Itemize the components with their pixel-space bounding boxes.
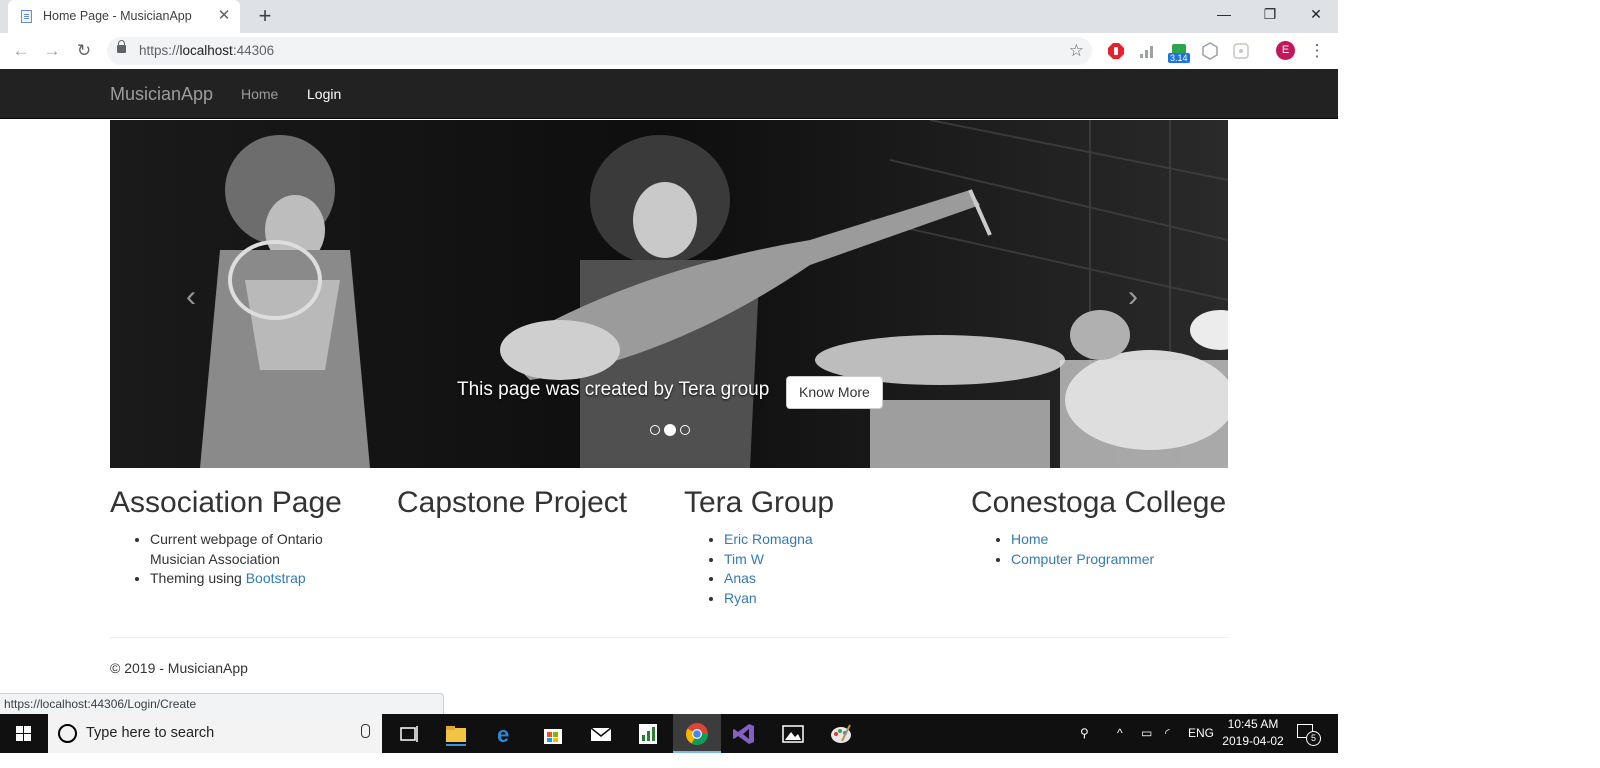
- back-arrow-icon[interactable]: ←: [10, 40, 32, 62]
- column-heading: Conestoga College: [971, 486, 1227, 519]
- adblock-extension-icon[interactable]: [1107, 42, 1125, 60]
- carousel-indicator-active[interactable]: [664, 423, 676, 436]
- list-item: Theming using Bootstrap: [150, 569, 380, 589]
- window-close-button[interactable]: ✕: [1293, 0, 1338, 28]
- battery-icon[interactable]: ▭: [1141, 726, 1152, 740]
- visual-studio-icon[interactable]: [731, 721, 757, 747]
- column-conestoga: Conestoga College Home Computer Programm…: [971, 486, 1241, 569]
- photos-icon[interactable]: [780, 721, 806, 747]
- browser-tab[interactable]: Home Page - MusicianApp ✕: [8, 0, 240, 33]
- column-capstone: Capstone Project: [397, 486, 667, 520]
- restore-button[interactable]: ❐: [1247, 0, 1293, 28]
- microphone-icon[interactable]: [361, 724, 370, 738]
- nav-link-login[interactable]: Login: [307, 86, 341, 102]
- clock-date: 2019-04-02: [1222, 734, 1284, 748]
- chrome-taskbar-button[interactable]: [673, 714, 721, 753]
- forward-arrow-icon[interactable]: →: [41, 40, 63, 62]
- task-view-icon[interactable]: [396, 721, 422, 747]
- carousel-prev-icon[interactable]: ‹: [186, 280, 196, 314]
- password-extension-icon[interactable]: 3.14: [1168, 40, 1190, 63]
- file-explorer-icon[interactable]: [443, 721, 469, 747]
- chrome-icon: [686, 723, 708, 745]
- college-link[interactable]: Home: [1011, 531, 1048, 547]
- member-link[interactable]: Ryan: [724, 590, 757, 606]
- signal-extension-icon[interactable]: [1138, 42, 1156, 60]
- tab-close-icon[interactable]: ✕: [216, 8, 232, 24]
- list-item: Computer Programmer: [1011, 550, 1241, 570]
- column-association: Association Page Current webpage of Onta…: [110, 486, 380, 589]
- member-link[interactable]: Eric Romagna: [724, 531, 813, 547]
- page-favicon-icon: [21, 10, 32, 23]
- edge-browser-icon[interactable]: e: [493, 721, 519, 747]
- paint-icon[interactable]: [828, 721, 854, 747]
- column-heading: Association Page: [110, 486, 342, 519]
- url-text: https://localhost:44306: [139, 43, 275, 58]
- carousel-indicator[interactable]: [680, 424, 690, 435]
- tab-title: Home Page - MusicianApp: [43, 9, 192, 23]
- bootstrap-link[interactable]: Bootstrap: [246, 570, 306, 586]
- clock-time: 10:45 AM: [1227, 717, 1279, 731]
- member-link[interactable]: Tim W: [724, 551, 764, 567]
- active-app-indicator: [673, 751, 721, 753]
- column-list: Home Computer Programmer: [971, 530, 1241, 569]
- column-list: Current webpage of Ontario Musician Asso…: [110, 530, 380, 589]
- language-indicator[interactable]: ENG: [1188, 726, 1214, 740]
- list-item: Tim W: [724, 550, 954, 570]
- nav-link-home[interactable]: Home: [241, 86, 278, 102]
- carousel-caption: This page was created by Tera group: [457, 379, 770, 400]
- search-placeholder: Type here to search: [86, 725, 215, 741]
- list-item: Home: [1011, 530, 1241, 550]
- extension-badge: 3.14: [1168, 53, 1190, 63]
- mail-icon[interactable]: [588, 721, 614, 747]
- taskbar-clock[interactable]: 10:45 AM 2019-04-02: [1218, 716, 1288, 750]
- windows-taskbar: Type here to search e ⚲ ^ ▭ ◜ ENG 10:45 …: [0, 714, 1338, 753]
- shield-extension-icon[interactable]: [1201, 42, 1219, 60]
- browser-tab-strip: Home Page - MusicianApp ✕ + — ❐ ✕: [0, 0, 1338, 33]
- wifi-icon[interactable]: ◜: [1165, 726, 1170, 740]
- footer-divider: [110, 637, 1228, 638]
- know-more-button[interactable]: Know More: [786, 376, 883, 409]
- people-icon[interactable]: ⚲: [1080, 726, 1089, 740]
- lock-icon: [117, 40, 126, 53]
- list-item: Current webpage of Ontario Musician Asso…: [150, 530, 380, 569]
- new-tab-button[interactable]: +: [251, 3, 279, 31]
- column-tera-group: Tera Group Eric Romagna Tim W Anas Ryan: [684, 486, 954, 608]
- column-heading: Capstone Project: [397, 486, 628, 519]
- site-navbar: MusicianApp Home Login: [0, 69, 1338, 119]
- list-item: Anas: [724, 569, 954, 589]
- carousel-indicator[interactable]: [650, 424, 660, 435]
- cortana-icon: [58, 724, 77, 743]
- address-bar[interactable]: https://localhost:44306 ☆: [107, 37, 1092, 65]
- browser-toolbar: ← → ↻ https://localhost:44306 ☆ 3.14 E ⋮: [0, 33, 1338, 70]
- footer-copyright: © 2019 - MusicianApp: [110, 660, 248, 676]
- column-list: Eric Romagna Tim W Anas Ryan: [684, 530, 954, 608]
- minimize-button[interactable]: —: [1201, 0, 1247, 28]
- college-link[interactable]: Computer Programmer: [1011, 551, 1154, 567]
- windows-start-icon[interactable]: [0, 714, 48, 753]
- member-link[interactable]: Anas: [724, 570, 756, 586]
- navbar-brand[interactable]: MusicianApp: [110, 84, 213, 105]
- screen: Home Page - MusicianApp ✕ + — ❐ ✕ ← → ↻ …: [0, 0, 1338, 753]
- hero-carousel: ‹ › This page was created by Tera group …: [110, 120, 1228, 468]
- svg-text:e: e: [497, 722, 509, 747]
- project-app-icon[interactable]: [635, 721, 661, 747]
- notification-count-badge: 5: [1306, 731, 1321, 746]
- concert-photo: [110, 120, 1228, 468]
- bookmark-star-icon[interactable]: ☆: [1069, 41, 1084, 61]
- taskbar-search[interactable]: Type here to search: [48, 714, 382, 753]
- carousel-indicators: [648, 421, 692, 436]
- browser-status-url: https://localhost:44306/Login/Create: [0, 693, 444, 714]
- list-item: Ryan: [724, 589, 954, 609]
- carousel-next-icon[interactable]: ›: [1128, 280, 1138, 314]
- action-center-icon[interactable]: 5: [1297, 724, 1321, 746]
- menu-icon[interactable]: ⋮: [1306, 40, 1328, 62]
- reload-icon[interactable]: ↻: [73, 40, 95, 62]
- column-heading: Tera Group: [684, 486, 835, 519]
- store-icon[interactable]: [540, 721, 566, 747]
- show-hidden-icons-chevron-icon[interactable]: ^: [1117, 726, 1123, 740]
- profile-avatar[interactable]: E: [1276, 41, 1295, 60]
- react-devtools-icon[interactable]: [1232, 42, 1250, 60]
- list-item: Eric Romagna: [724, 530, 954, 550]
